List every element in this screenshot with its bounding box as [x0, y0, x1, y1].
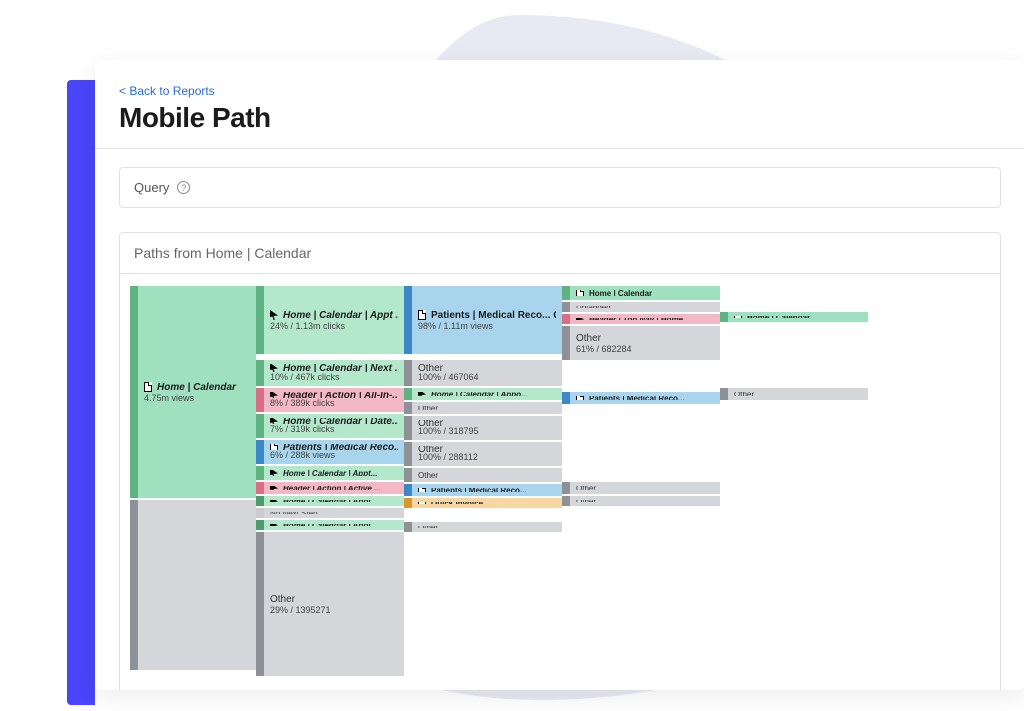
path-node[interactable]: Patients | Medical Reco... Care Plan 98%…	[412, 286, 562, 354]
path-node-other[interactable]: Other	[570, 482, 720, 494]
path-node-other[interactable]: Other 29% / 1395271	[264, 532, 404, 676]
path-node[interactable]: Patients | Medical Reco... 6% / 288k vie…	[264, 440, 404, 464]
cursor-icon	[270, 500, 278, 502]
path-node[interactable]: Home | Calendar | Date... 7% / 319k clic…	[264, 414, 404, 438]
path-node[interactable]: Home | Calendar | Next ... 10% / 467k cl…	[264, 360, 404, 386]
back-to-reports-link[interactable]: < Back to Reports	[119, 84, 1001, 98]
path-node-root[interactable]: Home | Calendar 4.75m views	[138, 286, 256, 498]
page-icon	[144, 382, 152, 392]
page-icon	[576, 290, 584, 296]
help-icon[interactable]: ?	[177, 181, 190, 194]
page-title: Mobile Path	[119, 102, 1001, 134]
app-window: < Back to Reports Mobile Path Query ? Pa…	[95, 60, 1024, 690]
cursor-icon	[270, 524, 278, 526]
path-node[interactable]: Home | Calendar	[728, 312, 868, 322]
path-node[interactable]: Home | Calendar | Appt ...	[264, 496, 404, 506]
path-node-other[interactable]: Other	[570, 496, 720, 506]
path-node[interactable]: Home | Calendar | Appo...	[412, 388, 562, 400]
path-other	[138, 500, 256, 670]
path-node-other[interactable]: Other	[412, 522, 562, 532]
path-node[interactable]: Home | Calendar | Appt ... 24% / 1.13m c…	[264, 286, 404, 354]
page-icon	[270, 444, 278, 450]
path-node[interactable]: Header | Action | All-In-... 8% / 389k c…	[264, 388, 404, 412]
cursor-icon	[576, 318, 584, 320]
page-icon	[418, 502, 426, 504]
path-node[interactable]: Header | Top Nav | Home	[570, 314, 720, 324]
page-icon	[734, 316, 742, 318]
query-label: Query	[134, 180, 169, 195]
path-node[interactable]: Untagged	[570, 302, 720, 312]
paths-title: Paths from Home | Calendar	[119, 232, 1001, 273]
cursor-icon	[270, 486, 278, 490]
path-node[interactable]: Patients | Medical Reco...	[412, 484, 562, 496]
path-node-other[interactable]: Other 61% / 682284	[570, 326, 720, 360]
cursor-icon	[270, 470, 278, 476]
cursor-icon	[418, 392, 426, 396]
path-node-other[interactable]: Other	[412, 468, 562, 482]
path-node[interactable]: Home | Calendar	[570, 286, 720, 300]
page-icon	[418, 488, 426, 492]
path-node[interactable]: Patients | Medical Reco...	[570, 392, 720, 404]
page-icon	[418, 310, 426, 320]
path-node[interactable]: Home | Calendar | Appt...	[264, 466, 404, 480]
path-node-other[interactable]: Other 100% / 467064	[412, 360, 562, 386]
page-icon	[576, 396, 584, 400]
cursor-icon	[270, 310, 278, 320]
path-node[interactable]: Quick Invoice	[412, 498, 562, 508]
path-node-other[interactable]: Other	[728, 388, 868, 400]
path-node-other[interactable]: Other	[412, 402, 562, 414]
path-diagram[interactable]: Home | Calendar 4.75m views	[119, 273, 1001, 690]
cursor-icon	[270, 364, 278, 372]
path-node-other[interactable]: Other 100% / 288112	[412, 442, 562, 466]
path-node[interactable]: Header | Action | Active ...	[264, 482, 404, 494]
query-section[interactable]: Query ?	[119, 167, 1001, 208]
path-node-other[interactable]: Other 100% / 318795	[412, 416, 562, 440]
path-node[interactable]: Home | Calendar | Appt...	[264, 520, 404, 530]
window-accent-bar	[67, 80, 95, 705]
path-node-nonext[interactable]: No Next Step	[264, 508, 404, 518]
